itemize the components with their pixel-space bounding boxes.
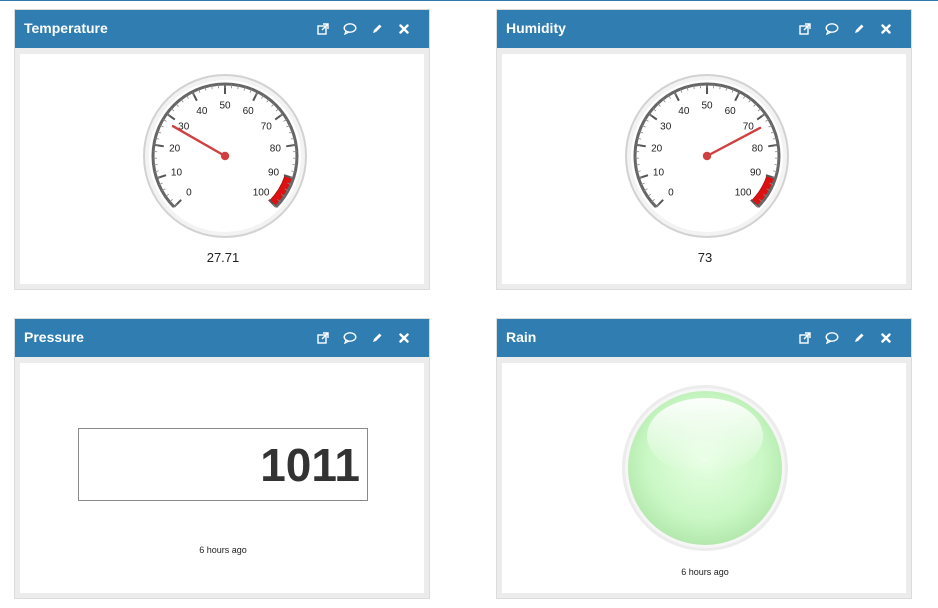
close-icon[interactable] xyxy=(395,330,412,346)
comment-icon[interactable] xyxy=(823,330,840,346)
comment-icon[interactable] xyxy=(823,21,840,37)
close-icon[interactable] xyxy=(877,21,894,37)
gauge-tick-label: 40 xyxy=(678,106,690,117)
widget-header: Humidity xyxy=(497,10,911,48)
widget-body: 0 10 20 30 40 50 60 70 80 90 100 27.71 xyxy=(20,54,424,284)
pencil-icon[interactable] xyxy=(850,330,867,346)
gauge-tick-label: 10 xyxy=(653,167,665,178)
widget-toolbar xyxy=(796,21,894,37)
gauge-needle-hub xyxy=(220,151,230,161)
gauge-minor-tick xyxy=(153,164,158,166)
gauge-tick-label: 60 xyxy=(243,106,255,117)
gauge-tick-label: 60 xyxy=(725,106,737,117)
gauge-tick-label: 50 xyxy=(219,101,231,112)
external-link-icon[interactable] xyxy=(796,330,813,346)
external-link-icon[interactable] xyxy=(314,330,331,346)
pencil-icon[interactable] xyxy=(368,330,385,346)
gauge-tick-label: 0 xyxy=(186,188,192,199)
temperature-widget: Temperature 0 10 20 30 40 50 60 70 80 90 100 27.71 xyxy=(14,9,430,290)
humidity-gauge: 0 10 20 30 40 50 60 70 80 90 100 73 xyxy=(502,54,908,286)
widget-title: Rain xyxy=(506,329,537,345)
gauge-tick-label: 90 xyxy=(268,167,280,178)
gauge-tick-label: 20 xyxy=(651,144,663,155)
pressure-widget: Pressure 1011 6 hours ago xyxy=(14,318,430,599)
gauge-value: 73 xyxy=(697,250,713,265)
gauge-tick-label: 80 xyxy=(752,144,764,155)
gauge-tick-label: 30 xyxy=(660,122,672,133)
comment-icon[interactable] xyxy=(341,330,358,346)
gauge-tick-label: 20 xyxy=(169,144,181,155)
gauge-value: 27.71 xyxy=(206,250,240,265)
widget-body: 0 10 20 30 40 50 60 70 80 90 100 73 xyxy=(502,54,906,284)
comment-icon[interactable] xyxy=(341,21,358,37)
gauge-tick-label: 10 xyxy=(171,167,183,178)
widget-toolbar xyxy=(796,330,894,346)
last-updated: 6 hours ago xyxy=(199,545,247,555)
top-border xyxy=(0,0,938,1)
widget-header: Temperature xyxy=(15,10,429,48)
external-link-icon[interactable] xyxy=(796,21,813,37)
gauge-tick-label: 50 xyxy=(701,101,713,112)
gauge-tick-label: 80 xyxy=(270,144,282,155)
pressure-value: 1011 xyxy=(260,439,360,491)
gauge-dial: 0102030405060708090100 xyxy=(625,74,789,238)
gauge-tick-label: 100 xyxy=(253,188,270,199)
humidity-widget: Humidity 0 10 20 30 40 50 60 70 80 90 100 73 xyxy=(496,9,912,290)
widget-title: Temperature xyxy=(24,20,108,36)
gauge-tick-label: 40 xyxy=(196,106,208,117)
widget-header: Rain xyxy=(497,319,911,357)
widget-toolbar xyxy=(314,21,412,37)
gauge-tick-label: 100 xyxy=(735,188,752,199)
widget-toolbar xyxy=(314,330,412,346)
gauge-minor-tick xyxy=(635,164,640,166)
rain-led-indicator xyxy=(622,385,788,551)
widget-header: Pressure xyxy=(15,319,429,357)
gauge-minor-tick xyxy=(774,164,779,166)
gauge-dial: 0102030405060708090100 xyxy=(143,74,307,238)
widget-body: 1011 6 hours ago xyxy=(20,363,424,593)
pencil-icon[interactable] xyxy=(850,21,867,37)
gauge-tick-label: 0 xyxy=(668,188,674,199)
close-icon[interactable] xyxy=(395,21,412,37)
value-display: 1011 xyxy=(78,428,368,501)
widget-title: Pressure xyxy=(24,329,84,345)
close-icon[interactable] xyxy=(877,330,894,346)
gauge-minor-tick xyxy=(292,164,297,166)
pencil-icon[interactable] xyxy=(368,21,385,37)
widget-body: 6 hours ago xyxy=(502,363,906,593)
widget-title: Humidity xyxy=(506,20,566,36)
gauge-tick-label: 70 xyxy=(261,122,273,133)
last-updated: 6 hours ago xyxy=(681,567,729,577)
rain-widget: Rain 6 hours ago xyxy=(496,318,912,599)
temperature-gauge: 0 10 20 30 40 50 60 70 80 90 100 27.71 xyxy=(20,54,426,286)
gauge-tick-label: 90 xyxy=(750,167,762,178)
external-link-icon[interactable] xyxy=(314,21,331,37)
gauge-needle-hub xyxy=(702,151,712,161)
